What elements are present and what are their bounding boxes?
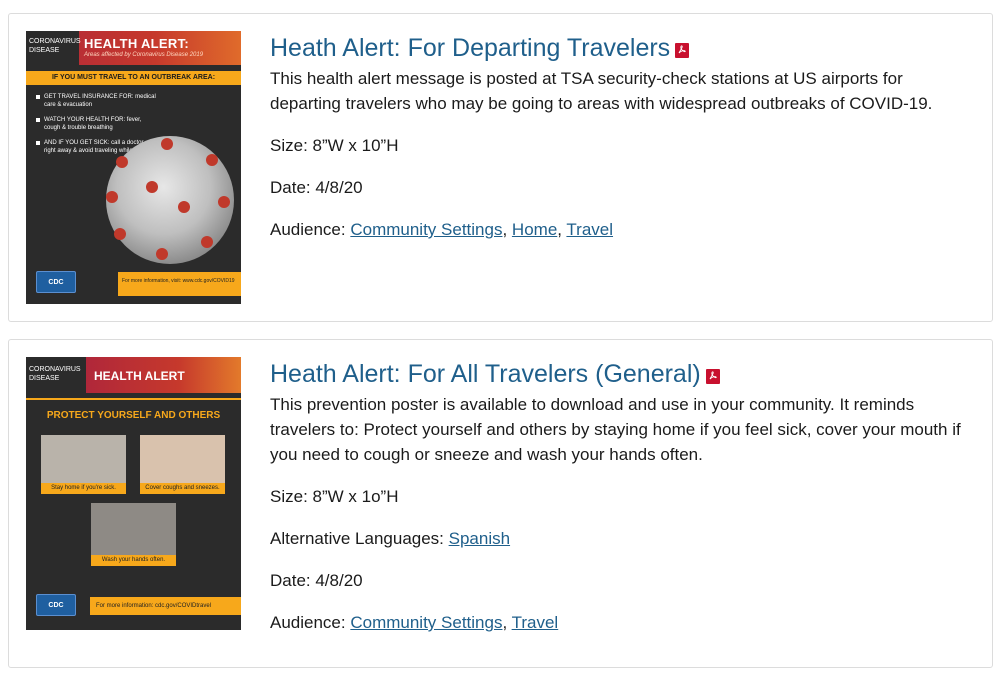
poster-corner-label: CORONAVIRUS DISEASE	[26, 31, 81, 65]
size-info: Size: 8”W x 1o”H	[270, 487, 399, 506]
poster-band: IF YOU MUST TRAVEL TO AN OUTBREAK AREA:	[26, 71, 241, 85]
audience-label: Audience:	[270, 220, 351, 239]
resource-card: CORONAVIRUS DISEASE HEALTH ALERT PROTECT…	[8, 339, 993, 668]
poster-photo	[41, 435, 126, 483]
pdf-icon[interactable]	[705, 368, 720, 384]
cdc-logo: CDC	[36, 271, 76, 293]
poster-header: HEALTH ALERT	[94, 369, 185, 383]
resource-content: Heath Alert: For Departing Travelers Thi…	[270, 32, 972, 242]
poster-caption: Cover coughs and sneezes.	[140, 483, 225, 494]
virus-illustration	[106, 136, 234, 264]
audience-info: Audience: Community Settings, Home, Trav…	[270, 220, 614, 239]
alt-languages-label: Alternative Languages:	[270, 529, 449, 548]
alt-languages-info: Alternative Languages: Spanish	[270, 526, 972, 551]
date-info: Date: 4/8/20	[270, 571, 363, 590]
poster-thumbnail[interactable]: CORONAVIRUS DISEASE HEALTH ALERT: Areas …	[26, 31, 241, 304]
audience-label: Audience:	[270, 613, 351, 632]
poster-caption: Wash your hands often.	[91, 555, 176, 566]
audience-link-community-settings[interactable]: Community Settings	[350, 220, 502, 239]
size-info: Size: 8”W x 10”H	[270, 136, 399, 155]
poster-caption: Stay home if you're sick.	[41, 483, 126, 494]
resource-description: This health alert message is posted at T…	[270, 69, 933, 113]
poster-heading: PROTECT YOURSELF AND OTHERS	[46, 410, 221, 421]
audience-link-travel[interactable]: Travel	[512, 613, 559, 632]
poster-thumbnail[interactable]: CORONAVIRUS DISEASE HEALTH ALERT PROTECT…	[26, 357, 241, 630]
poster-photo	[140, 435, 225, 483]
poster-footer: For more information: cdc.gov/COVIDtrave…	[90, 597, 241, 615]
poster-corner-label: CORONAVIRUS DISEASE	[26, 357, 86, 393]
date-info: Date: 4/8/20	[270, 178, 363, 197]
audience-info: Audience: Community Settings, Travel	[270, 613, 559, 632]
alt-language-link-spanish[interactable]: Spanish	[449, 529, 510, 548]
poster-band	[26, 398, 241, 400]
title-row: Heath Alert: For Departing Travelers	[270, 32, 972, 64]
audience-link-community-settings[interactable]: Community Settings	[350, 613, 502, 632]
poster-header: HEALTH ALERT:	[84, 36, 189, 51]
poster-bullet: WATCH YOUR HEALTH FOR: fever, cough & tr…	[36, 116, 156, 132]
poster-bullet: GET TRAVEL INSURANCE FOR: medical care &…	[36, 93, 156, 109]
poster-subheader: Areas affected by Coronavirus Disease 20…	[84, 52, 204, 58]
title-row: Heath Alert: For All Travelers (General)	[270, 358, 972, 390]
resource-description: This prevention poster is available to d…	[270, 395, 961, 464]
resource-title-link[interactable]: Heath Alert: For All Travelers (General)	[270, 358, 701, 390]
pdf-icon[interactable]	[675, 42, 690, 58]
poster-footer: For more information, visit: www.cdc.gov…	[118, 272, 241, 296]
poster-photo	[91, 503, 176, 555]
resource-card: CORONAVIRUS DISEASE HEALTH ALERT: Areas …	[8, 13, 993, 322]
audience-link-travel[interactable]: Travel	[566, 220, 613, 239]
cdc-logo: CDC	[36, 594, 76, 616]
audience-link-home[interactable]: Home	[512, 220, 557, 239]
resource-title-link[interactable]: Heath Alert: For Departing Travelers	[270, 32, 670, 64]
resource-content: Heath Alert: For All Travelers (General)…	[270, 358, 972, 635]
